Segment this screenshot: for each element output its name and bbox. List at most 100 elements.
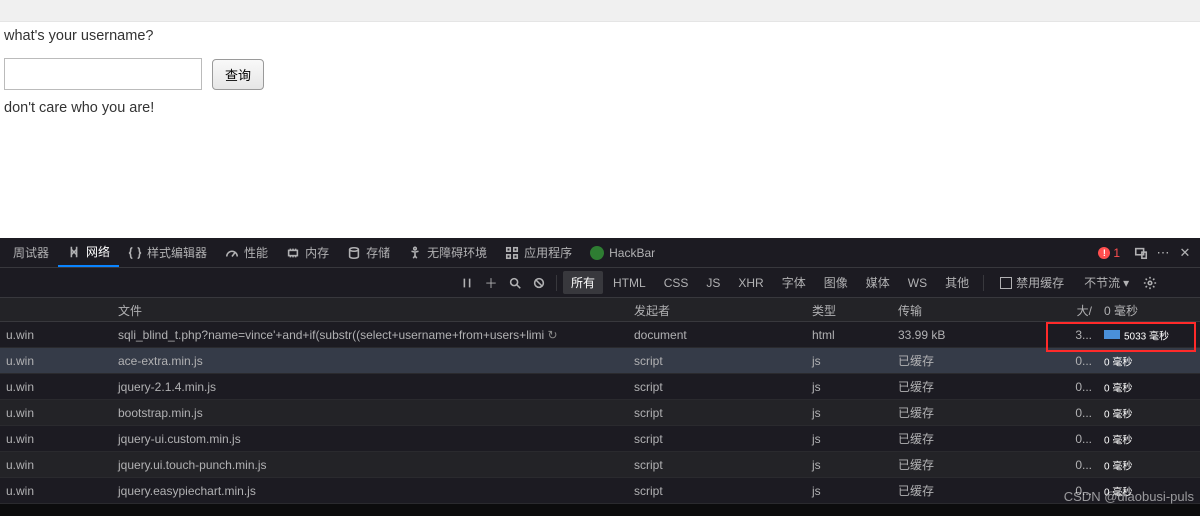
network-table-header: 文件 发起者 类型 传输 大/ 0 毫秒 [0,298,1200,322]
retry-icon: ↻ [548,328,558,342]
memory-icon [286,246,300,260]
tab-storage[interactable]: 存储 [338,239,399,267]
filter-images[interactable]: 图像 [816,271,856,294]
cell-transfer: 已缓存 [892,482,1044,499]
close-icon[interactable]: ✕ [1174,242,1196,264]
col-domain[interactable] [0,298,112,321]
table-row[interactable]: u.winjquery-ui.custom.min.jsscriptjs已缓存0… [0,426,1200,452]
filter-xhr[interactable]: XHR [730,273,771,293]
table-row[interactable]: u.winjquery.ui.touch-punch.min.jsscriptj… [0,452,1200,478]
col-file[interactable]: 文件 [112,298,628,321]
table-row[interactable]: u.winjquery-2.1.4.min.jsscriptjs已缓存0...0… [0,374,1200,400]
tab-application[interactable]: 应用程序 [496,239,581,267]
filter-other[interactable]: 其他 [937,271,977,294]
tab-style-editor[interactable]: 样式编辑器 [119,239,216,267]
devtools-tabbar: 周试器 网络 样式编辑器 性能 内存 存储 无障碍环境 应用程序 [0,238,1200,268]
response-text: don't care who you are! [4,100,1196,116]
filter-media[interactable]: 媒体 [858,271,898,294]
apps-icon [505,246,519,260]
username-input[interactable] [4,58,202,90]
cell-file: jquery-2.1.4.min.js [112,380,628,394]
filter-css[interactable]: CSS [656,273,697,293]
cell-transfer: 已缓存 [892,456,1044,473]
cell-initiator: script [628,406,806,420]
cell-domain: u.win [0,328,112,342]
filter-fonts[interactable]: 字体 [774,271,814,294]
col-size[interactable]: 大/ [1044,298,1098,321]
cell-time: 0 毫秒 [1098,431,1200,446]
responsive-design-icon[interactable] [1130,242,1152,264]
storage-icon [347,246,361,260]
gear-icon[interactable] [1139,272,1161,294]
block-icon[interactable] [528,272,550,294]
table-row[interactable]: u.winsqli_blind_t.php?name=vince'+and+if… [0,322,1200,348]
tab-network[interactable]: 网络 [58,239,119,267]
cell-file: jquery.ui.touch-punch.min.js [112,458,628,472]
cell-size: 0... [1044,354,1098,368]
cell-type: js [806,432,892,446]
tab-hackbar[interactable]: HackBar [581,239,664,267]
cell-domain: u.win [0,380,112,394]
filter-all[interactable]: 所有 [563,271,603,294]
checkbox-icon [1000,277,1012,289]
watermark-text: CSDN @diaobusi-puls [1064,489,1194,504]
pause-icon[interactable] [456,272,478,294]
cell-initiator: script [628,484,806,498]
filter-js[interactable]: JS [698,273,728,293]
table-row[interactable]: u.winbootstrap.min.jsscriptjs已缓存0...0 毫秒 [0,400,1200,426]
cell-transfer: 33.99 kB [892,328,1044,342]
cell-type: html [806,328,892,342]
tab-performance[interactable]: 性能 [216,239,277,267]
cell-domain: u.win [0,406,112,420]
tab-debugger[interactable]: 周试器 [4,239,58,267]
error-icon: ! [1098,247,1110,259]
cell-size: 3... [1044,328,1098,342]
cell-type: js [806,354,892,368]
cell-domain: u.win [0,484,112,498]
page-content-area: what's your username? 查询 don't care who … [0,0,1200,238]
cell-domain: u.win [0,354,112,368]
col-initiator[interactable]: 发起者 [628,298,806,321]
chevron-down-icon: ▾ [1123,276,1129,290]
prompt-text: what's your username? [4,28,1196,44]
col-transfer[interactable]: 传输 [892,298,1044,321]
table-row[interactable]: u.winjquery.easypiechart.min.jsscriptjs已… [0,478,1200,504]
cell-domain: u.win [0,458,112,472]
search-icon[interactable] [504,272,526,294]
cell-transfer: 已缓存 [892,352,1044,369]
cell-initiator: script [628,432,806,446]
table-row[interactable]: u.winace-extra.min.jsscriptjs已缓存0...0 毫秒 [0,348,1200,374]
meatballs-icon[interactable]: ⋯ [1152,242,1174,264]
devtools-panel: 周试器 网络 样式编辑器 性能 内存 存储 无障碍环境 应用程序 [0,238,1200,516]
cell-size: 0... [1044,458,1098,472]
cell-file: bootstrap.min.js [112,406,628,420]
accessibility-icon [408,246,422,260]
query-button[interactable]: 查询 [212,59,264,90]
tab-accessibility[interactable]: 无障碍环境 [399,239,496,267]
cell-transfer: 已缓存 [892,378,1044,395]
cell-time: 0 毫秒 [1098,405,1200,420]
throttle-select[interactable]: 不节流 ▾ [1076,274,1137,291]
timing-bar [1104,330,1120,339]
network-toolbar: ＋ 所有 HTML CSS JS XHR 字体 图像 媒体 WS 其他 禁用缓存… [0,268,1200,298]
page-top-bar [0,0,1200,22]
filter-html[interactable]: HTML [605,273,654,293]
cell-time: 0 毫秒 [1098,457,1200,472]
cell-file: jquery-ui.custom.min.js [112,432,628,446]
cell-time: 0 毫秒 [1098,379,1200,394]
cell-size: 0... [1044,406,1098,420]
cell-initiator: script [628,458,806,472]
col-time[interactable]: 0 毫秒 [1098,298,1200,321]
filter-ws[interactable]: WS [900,273,935,293]
error-count-badge[interactable]: ! 1 [1098,246,1120,260]
plus-icon[interactable]: ＋ [480,272,502,294]
cell-file: jquery.easypiechart.min.js [112,484,628,498]
cell-initiator: document [628,328,806,342]
disable-cache-checkbox[interactable]: 禁用缓存 [1000,274,1064,291]
cell-initiator: script [628,354,806,368]
cell-initiator: script [628,380,806,394]
network-rows: u.winsqli_blind_t.php?name=vince'+and+if… [0,322,1200,516]
tab-memory[interactable]: 内存 [277,239,338,267]
col-type[interactable]: 类型 [806,298,892,321]
cell-transfer: 已缓存 [892,430,1044,447]
